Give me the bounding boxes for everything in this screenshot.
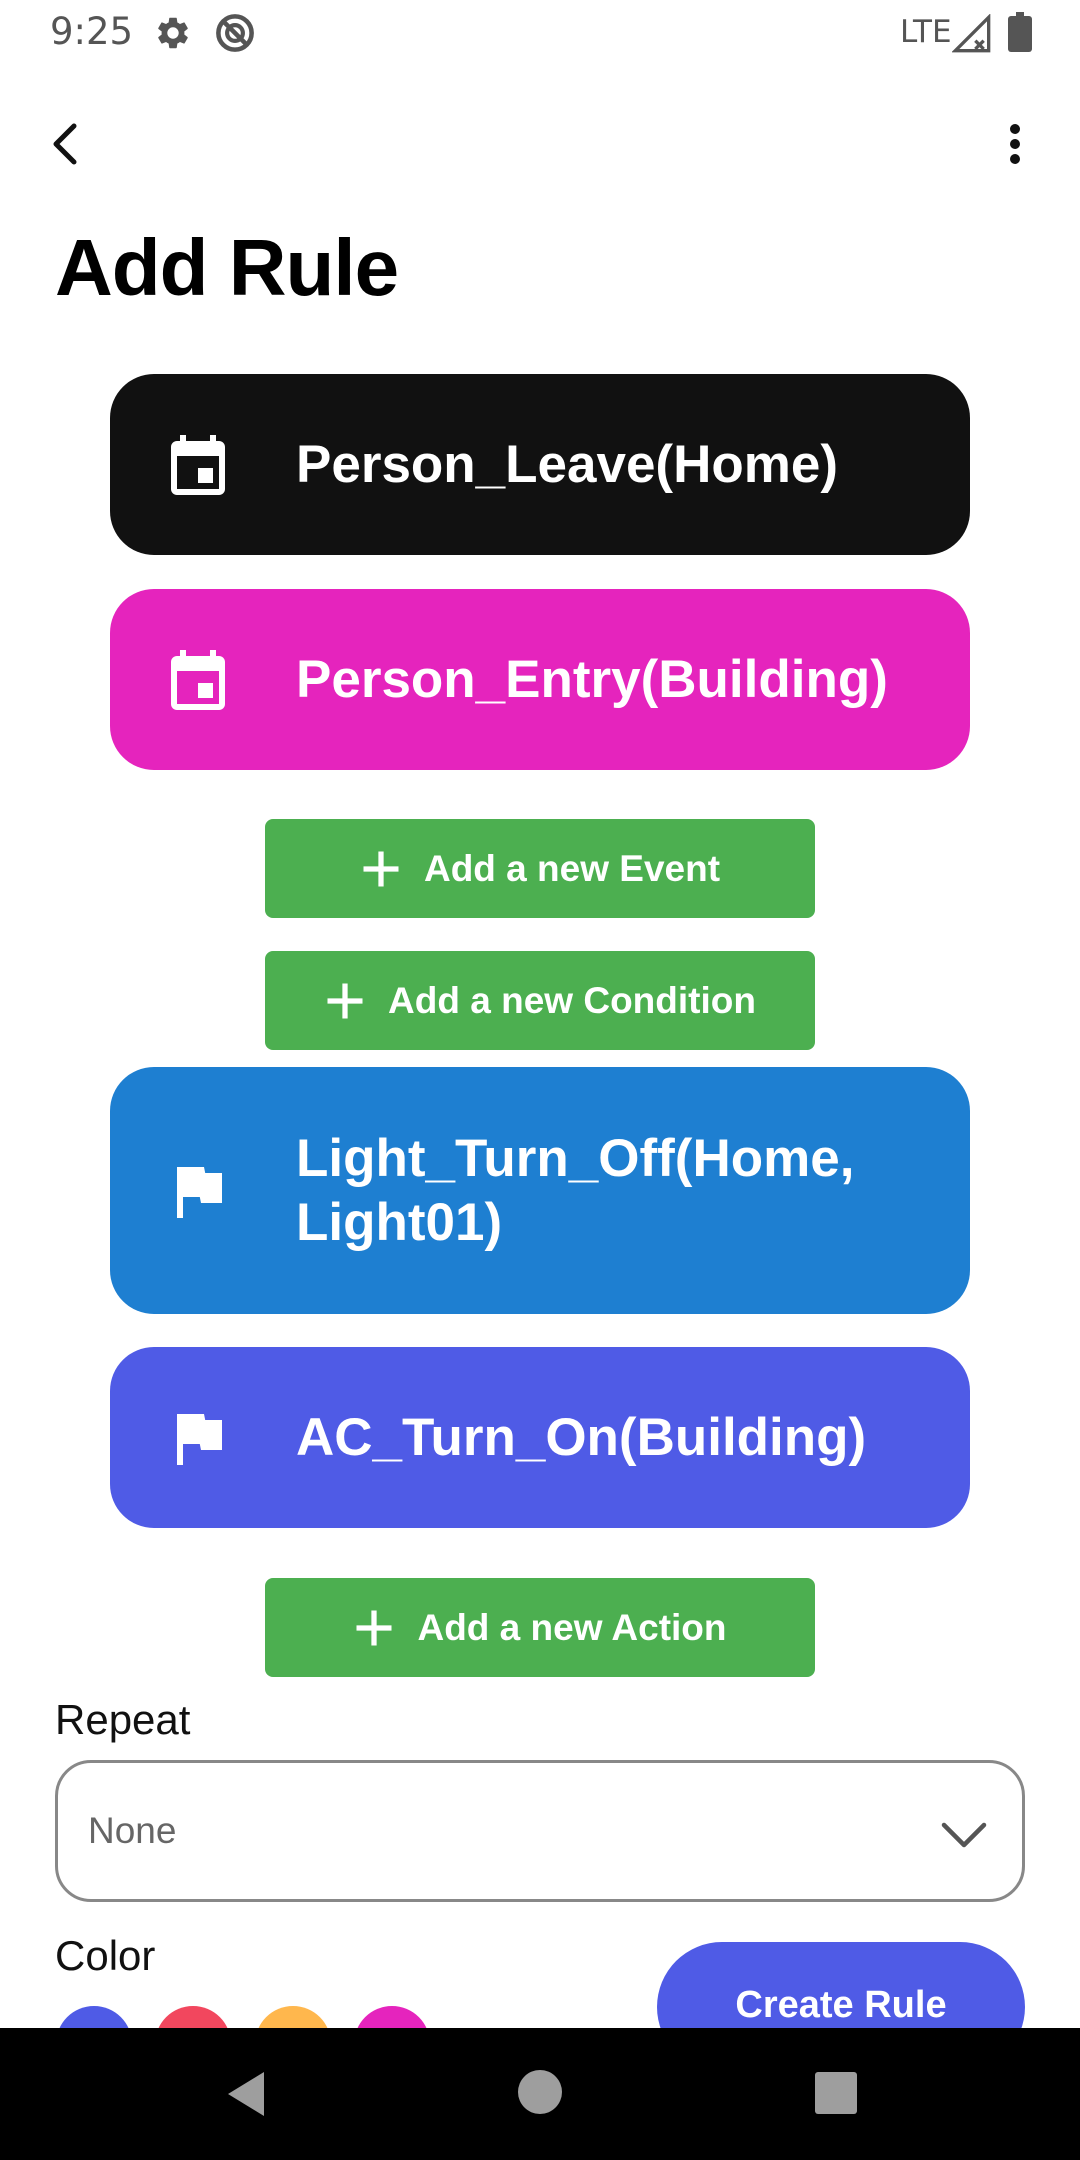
plus-icon: [356, 1610, 392, 1645]
add-condition-label: Add a new Condition: [388, 979, 756, 1021]
add-action-button[interactable]: Add a new Action: [265, 1578, 815, 1677]
event-label: Person_Leave(Home): [296, 434, 838, 494]
event-label: Person_Entry(Building): [296, 649, 888, 709]
signal-icon: [952, 14, 991, 53]
calendar-icon: [171, 434, 225, 495]
chevron-down-icon: [941, 1822, 987, 1848]
event-card[interactable]: Person_Entry(Building): [110, 589, 970, 770]
plus-icon: [327, 983, 363, 1018]
event-card[interactable]: Person_Leave(Home): [110, 374, 970, 555]
more-vert-icon: [1010, 124, 1020, 164]
back-button[interactable]: [36, 112, 92, 176]
more-options-button[interactable]: [990, 112, 1040, 176]
repeat-label: Repeat: [55, 1696, 191, 1743]
nav-recents-icon[interactable]: [815, 2072, 857, 2114]
status-bar: 9:25 LTE: [0, 0, 1080, 66]
status-time: 9:25: [50, 10, 134, 53]
nav-home-icon[interactable]: [518, 2070, 562, 2114]
color-label: Color: [55, 1932, 156, 1979]
page-title: Add Rule: [55, 223, 399, 312]
add-condition-button[interactable]: Add a new Condition: [265, 951, 815, 1050]
system-nav-bar: [0, 2028, 1080, 2160]
action-label: AC_Turn_On(Building): [296, 1407, 867, 1467]
add-event-button[interactable]: Add a new Event: [265, 819, 815, 918]
action-label: Light_Turn_Off(Home, Light01): [296, 1128, 855, 1252]
repeat-dropdown[interactable]: None: [55, 1760, 1025, 1902]
repeat-value: None: [88, 1810, 177, 1851]
add-event-label: Add a new Event: [423, 847, 721, 889]
plus-icon: [363, 851, 399, 886]
calendar-icon: [171, 649, 225, 710]
do-not-disturb-icon: [216, 14, 254, 52]
gear-icon: [158, 17, 188, 49]
add-action-label: Add a new Action: [417, 1606, 727, 1648]
network-type: LTE: [900, 14, 952, 50]
battery-icon: [1008, 12, 1032, 52]
nav-back-icon[interactable]: [220, 2068, 272, 2120]
back-arrow-icon: [53, 123, 77, 165]
flag-icon: [177, 1413, 222, 1465]
action-card[interactable]: AC_Turn_On(Building): [110, 1347, 970, 1528]
action-card[interactable]: Light_Turn_Off(Home, Light01): [110, 1067, 970, 1314]
flag-icon: [177, 1166, 222, 1218]
